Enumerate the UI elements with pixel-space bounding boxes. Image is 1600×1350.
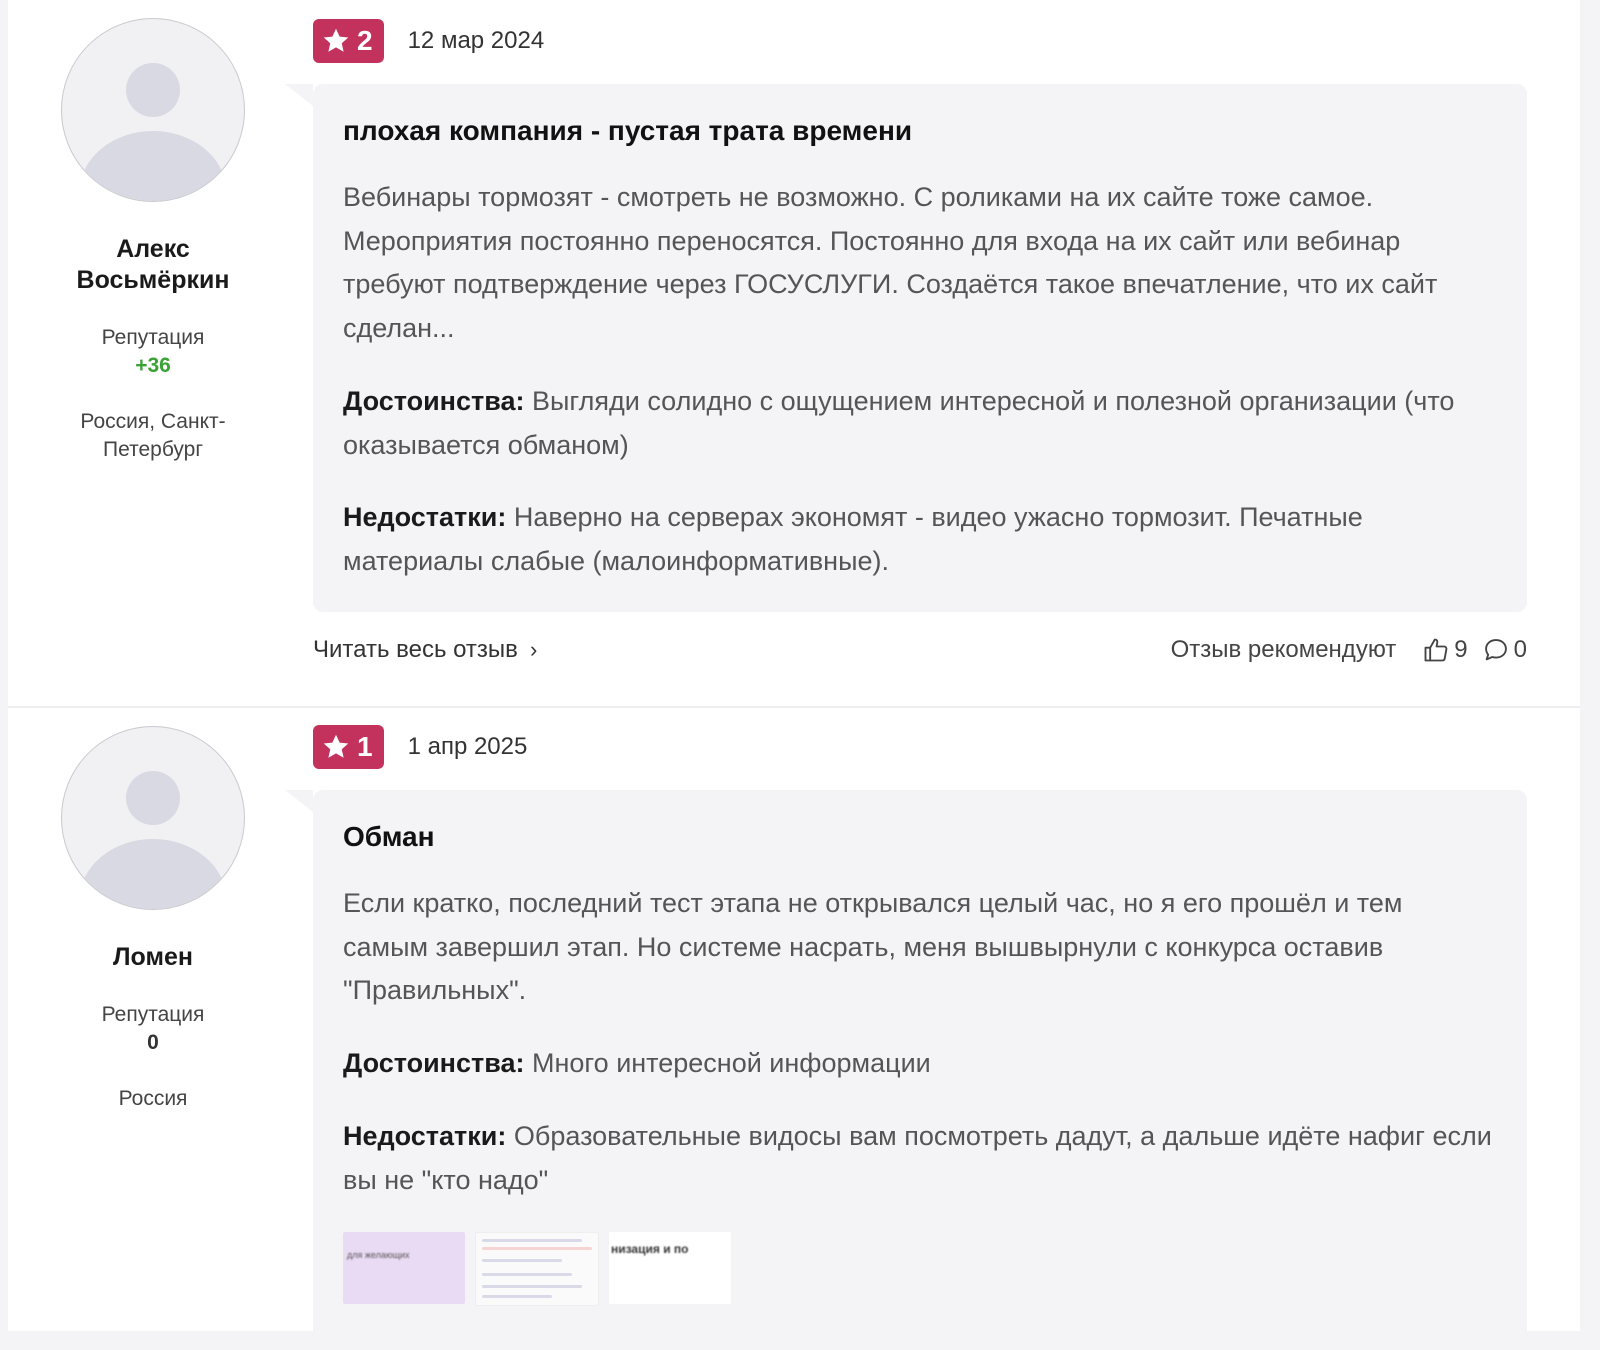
review-text: Если кратко, последний тест этапа не отк… (343, 888, 1403, 1005)
recommend-label: Отзыв рекомендуют (1170, 636, 1397, 663)
review-attachments: для желающих низация и по (343, 1232, 731, 1306)
author-location: Россия (118, 1087, 188, 1110)
rating-row: 1 1 апр 2025 (313, 724, 527, 770)
rating-value: 1 (357, 731, 373, 762)
avatar-body (80, 839, 226, 909)
reputation-value: +36 (135, 354, 171, 377)
comments-count: 0 (1513, 636, 1527, 663)
reputation-label: Репутация (101, 1003, 205, 1026)
star-icon (323, 734, 349, 758)
comment-icon (1484, 639, 1507, 661)
star-icon (323, 28, 349, 52)
attachment-thumbnail[interactable]: для желающих (343, 1232, 465, 1304)
thumbs-up-icon (1424, 638, 1448, 662)
review-card: Ломен Репутация 0 Россия 1 1 апр 2025 Об… (8, 708, 1580, 1350)
reputation-label: Репутация (101, 326, 205, 349)
avatar[interactable] (61, 726, 245, 910)
review-pros: Достоинства: Много интересной информации (343, 1042, 1493, 1086)
bubble-tail (285, 84, 313, 106)
review-body: плохая компания - пустая трата времени В… (285, 84, 1527, 612)
avatar[interactable] (61, 18, 245, 202)
review-pros: Достоинства: Выгляди солидно с ощущением… (343, 380, 1493, 467)
avatar-body (80, 131, 226, 201)
review-cons: Недостатки: Наверно на серверах экономят… (343, 496, 1493, 583)
review-title[interactable]: Обман (343, 820, 435, 854)
review-author: Алекс Восьмёркин Репутация +36 Россия, С… (48, 18, 258, 464)
read-more-label: Читать весь отзыв (313, 636, 518, 663)
cons-text: Образовательные видосы вам посмотреть да… (343, 1121, 1492, 1195)
rating-badge: 2 (313, 19, 384, 63)
read-full-review-link[interactable]: Читать весь отзыв › (313, 636, 537, 664)
cons-label: Недостатки: (343, 502, 507, 532)
pros-text: Много интересной информации (532, 1048, 931, 1078)
pros-label: Достоинства: (343, 386, 525, 416)
comments-button[interactable]: 0 (1482, 636, 1527, 664)
attachment-caption: низация и по (611, 1242, 689, 1256)
recommend-block: Отзыв рекомендуют 9 0 (1171, 630, 1527, 670)
reviews-list: Алекс Восьмёркин Репутация +36 Россия, С… (8, 0, 1580, 1350)
author-location: Россия, Санкт-Петербург (80, 410, 226, 461)
review-author: Ломен Репутация 0 Россия (48, 726, 258, 1113)
review-card: Алекс Восьмёркин Репутация +36 Россия, С… (8, 0, 1580, 708)
review-date: 1 апр 2025 (407, 733, 528, 760)
pros-label: Достоинства: (343, 1048, 525, 1078)
rating-value: 2 (357, 25, 373, 56)
review-text: Вебинары тормозят - смотреть не возможно… (343, 182, 1438, 343)
rating-row: 2 12 мар 2024 (313, 18, 544, 64)
attachment-caption: для желающих (347, 1250, 410, 1260)
attachment-thumbnail[interactable]: низация и по (609, 1232, 731, 1304)
review-title[interactable]: плохая компания - пустая трата времени (343, 114, 912, 148)
rating-badge: 1 (313, 725, 384, 769)
review-footer: Читать весь отзыв › Отзыв рекомендуют 9 0 (313, 630, 1527, 670)
cons-label: Недостатки: (343, 1121, 507, 1151)
attachment-thumbnail[interactable] (475, 1232, 599, 1306)
avatar-head (126, 771, 180, 825)
chevron-right-icon: › (529, 637, 538, 662)
review-body: Обман Если кратко, последний тест этапа … (285, 790, 1527, 1350)
review-date: 12 мар 2024 (407, 27, 545, 54)
avatar-head (126, 63, 180, 117)
like-button[interactable]: 9 (1422, 636, 1468, 664)
likes-count: 9 (1454, 636, 1468, 663)
review-cons: Недостатки: Образовательные видосы вам п… (343, 1115, 1493, 1202)
author-name[interactable]: Алекс Восьмёркин (48, 234, 258, 296)
reputation-value: 0 (147, 1031, 159, 1054)
bubble-tail (285, 790, 313, 812)
author-name[interactable]: Ломен (48, 942, 258, 973)
